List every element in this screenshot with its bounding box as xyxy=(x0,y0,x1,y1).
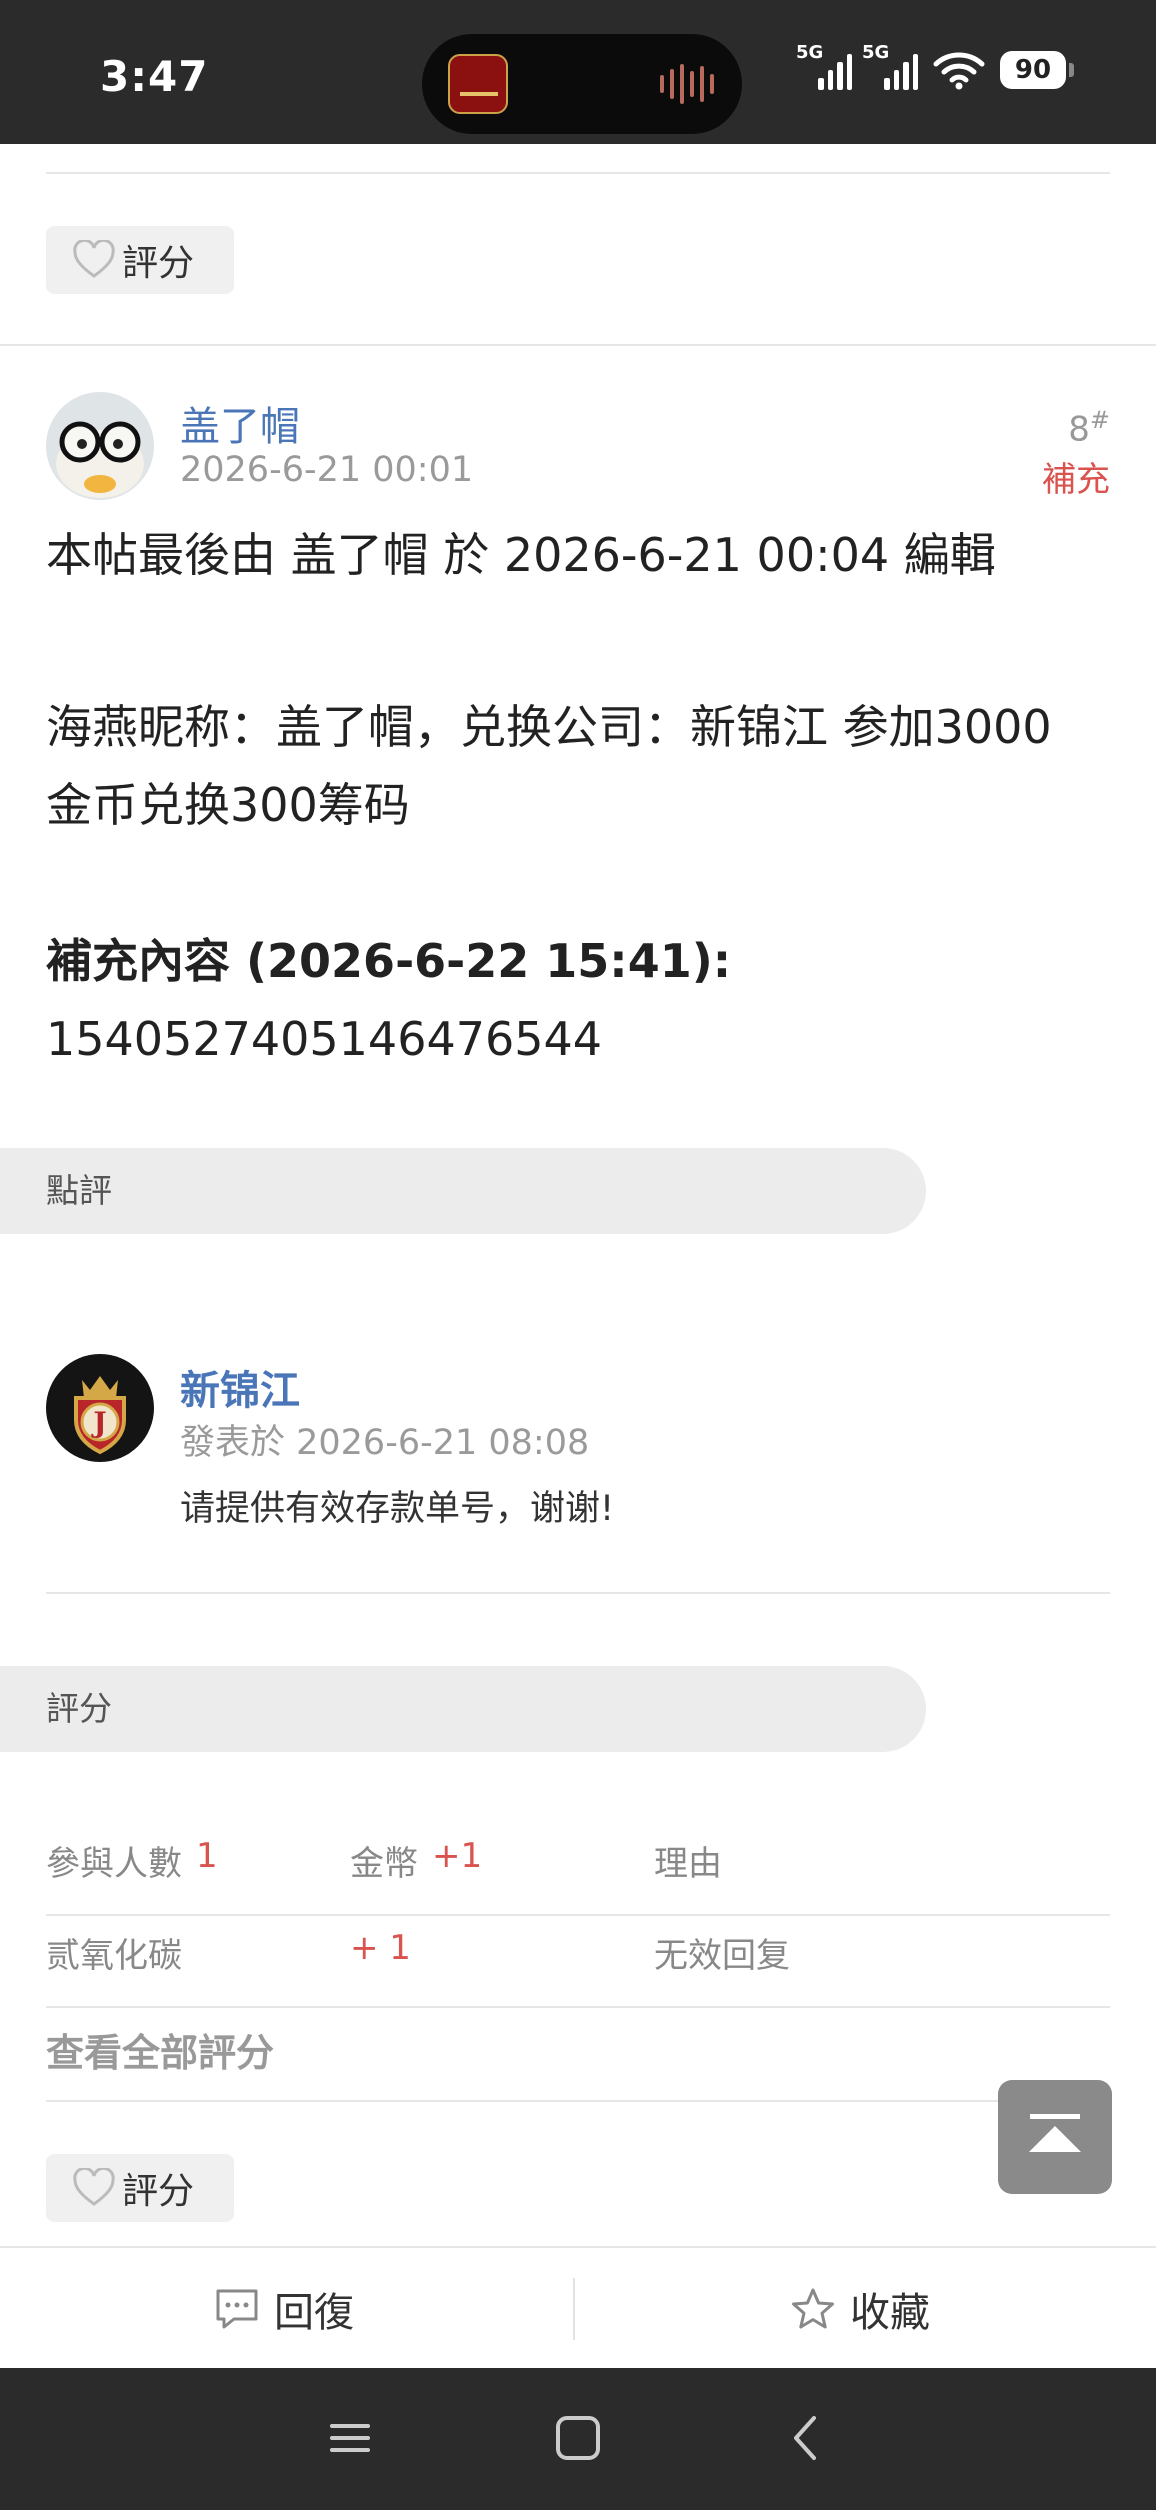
battery-indicator: 90 xyxy=(1000,51,1074,89)
reply-button[interactable]: 回復 xyxy=(214,2248,354,2370)
avatar[interactable] xyxy=(46,392,154,500)
heart-outline-icon xyxy=(73,240,115,278)
rate-button-label: 評分 xyxy=(122,2171,195,2212)
system-nav-bar xyxy=(0,2368,1156,2510)
coins-value: +1 xyxy=(432,1836,483,1876)
status-icons: 5G 5G 90 xyxy=(796,42,1074,90)
network-type-label: 5G xyxy=(862,42,890,63)
comment-section-title: 點評 xyxy=(0,1148,926,1234)
menu-icon[interactable] xyxy=(320,2408,380,2468)
svg-text:J: J xyxy=(90,1406,106,1439)
floor-value: 8 xyxy=(1068,409,1090,450)
rater-name[interactable]: 贰氧化碳 xyxy=(46,1928,182,1977)
reason-label: 理由 xyxy=(654,1844,722,1884)
wifi-icon xyxy=(933,52,985,90)
rating-reason: 无效回复 xyxy=(654,1936,790,1976)
participants-value: 1 xyxy=(196,1836,218,1876)
status-bar: 3:47 5G 5G 90 xyxy=(0,0,1156,144)
rating-section-title: 評分 xyxy=(0,1666,926,1752)
audio-wave-icon xyxy=(660,64,714,104)
comment-text: 请提供有效存款单号，谢谢! xyxy=(180,1489,615,1529)
post-date: 2026-6-21 00:01 xyxy=(180,450,474,490)
bottom-action-bar: 回復 收藏 xyxy=(0,2246,1156,2368)
post-divider xyxy=(0,344,1156,346)
divider xyxy=(46,2100,1110,2102)
post-body-line: 金币兑换300筹码 xyxy=(46,778,410,832)
crown-shield-avatar-icon: J xyxy=(46,1354,154,1462)
back-to-top-button[interactable] xyxy=(998,2080,1112,2194)
supplement-header: 補充內容 (2026-6-22 15:41): xyxy=(46,934,732,988)
supplement-link[interactable]: 補充 xyxy=(1042,452,1110,501)
participants-label: 參與人數 xyxy=(46,1844,182,1884)
coins-label: 金幣 xyxy=(350,1844,418,1884)
rating-value: + 1 xyxy=(350,1928,411,1968)
divider xyxy=(46,2006,1110,2008)
rating-header-row: 參與人數 1 金幣 +1 理由 xyxy=(46,1808,1110,1900)
signal-icon: 5G xyxy=(796,42,852,90)
floor-number: 8# xyxy=(1068,406,1110,449)
rate-button[interactable]: 評分 xyxy=(46,2154,234,2222)
back-icon[interactable] xyxy=(776,2408,836,2468)
rating-row: 贰氧化碳 + 1 无效回复 xyxy=(46,1900,1110,1992)
floor-mark: # xyxy=(1089,406,1110,434)
comment-icon xyxy=(216,2289,258,2329)
network-type-label: 5G xyxy=(796,42,824,63)
favorite-button[interactable]: 收藏 xyxy=(790,2248,930,2370)
divider xyxy=(46,1592,1110,1594)
thread-content[interactable]: 評分 盖了帽 2026-6-21 00:01 8# 補充 本帖最後由 盖了帽 於… xyxy=(0,144,1156,2246)
comment-meta: 發表於 2026-6-21 08:08 xyxy=(180,1423,590,1463)
divider xyxy=(46,172,1110,174)
supplement-text: 1540527405146476544 xyxy=(46,1012,603,1066)
comment-author[interactable]: 新锦江 xyxy=(180,1358,300,1416)
view-all-ratings-link[interactable]: 查看全部評分 xyxy=(46,2022,274,2077)
app-icon xyxy=(448,54,508,114)
favorite-label: 收藏 xyxy=(850,2290,930,2336)
back-to-top-icon xyxy=(1029,2114,1081,2152)
home-icon[interactable] xyxy=(548,2408,608,2468)
edit-note: 本帖最後由 盖了帽 於 2026-6-21 00:04 編輯 xyxy=(46,528,996,582)
status-time: 3:47 xyxy=(100,52,209,101)
heart-outline-icon xyxy=(73,2168,115,2206)
reply-label: 回復 xyxy=(274,2290,354,2336)
avatar[interactable]: J xyxy=(46,1354,154,1462)
star-outline-icon xyxy=(792,2288,834,2329)
dynamic-island[interactable] xyxy=(422,34,742,134)
action-separator xyxy=(573,2278,575,2340)
post-author[interactable]: 盖了帽 xyxy=(180,394,300,452)
post-body-line: 海燕昵称：盖了帽，兑换公司：新锦江 参加3000 xyxy=(46,700,1052,754)
rate-button-label: 評分 xyxy=(122,243,195,284)
goggles-duck-avatar-icon xyxy=(46,392,154,500)
rate-button[interactable]: 評分 xyxy=(46,226,234,294)
signal-icon: 5G xyxy=(862,42,918,90)
